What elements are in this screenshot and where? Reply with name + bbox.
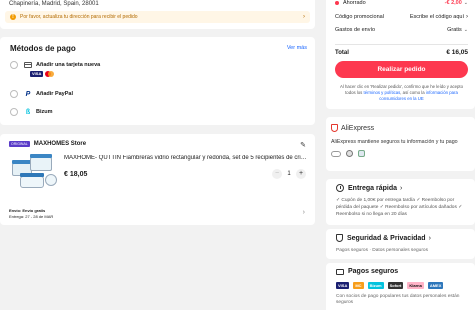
shipping-cost-label: Gastos de envío: [335, 27, 376, 33]
divider: [335, 44, 468, 45]
klarna-logo: Klarna: [407, 282, 424, 289]
radio-paypal[interactable]: [10, 90, 18, 98]
store-card: ORIGINAL MAXHOMES Store ✎ MAXHOME- QUTTI…: [0, 134, 315, 225]
pci-badge-icon: [331, 150, 341, 157]
mastercard-logo: MC: [353, 282, 364, 289]
delivery-date: Entrega: 27 - 28 de MAR: [9, 214, 54, 219]
secure-payments-footer: Con socios de pago populares tus datos p…: [336, 294, 460, 305]
saved-row: Ahorrado -€ 2,00 ⌄: [335, 0, 468, 6]
clock-icon: [336, 184, 344, 192]
chevron-down-icon[interactable]: ⌄: [464, 0, 468, 6]
payment-option-paypal[interactable]: P Añadir PayPal: [10, 90, 73, 98]
legal-text: Al hacer clic en 'Realizar pedido', conf…: [338, 84, 465, 102]
aliexpress-logo-text: AliExpress: [341, 124, 375, 132]
card-icon: [336, 268, 344, 275]
payment-option-label: Añadir una tarjeta nueva: [36, 62, 101, 68]
shipping-info[interactable]: Envío: Envío gratis Entrega: 27 - 28 de …: [9, 208, 53, 219]
payment-logos: VISA MC Bizum Sofort Klarna AMEX: [336, 282, 444, 289]
bizum-icon: ß: [25, 108, 31, 116]
edit-icon[interactable]: ✎: [300, 141, 306, 149]
shield-icon: [331, 124, 338, 132]
store-tag: ORIGINAL: [9, 141, 30, 147]
secure-payments-title: Pagos seguros: [348, 268, 399, 275]
total-value: € 16,05: [446, 49, 468, 56]
payment-option-card[interactable]: Añadir una tarjeta nueva: [10, 61, 100, 69]
security-subtitle: Pagos seguros · Datos personales seguros: [336, 248, 428, 253]
ssl-badge-icon: [346, 150, 353, 157]
visa-logo: VISA: [336, 282, 350, 289]
promo-row[interactable]: Código promocional Escribe el código aqu…: [335, 14, 468, 20]
quantity-stepper: − 1 +: [272, 169, 306, 179]
promo-label: Código promocional: [335, 14, 384, 20]
chevron-right-icon[interactable]: ›: [303, 209, 305, 216]
trust-tagline: AliExpress mantiene seguros tu informaci…: [331, 139, 458, 145]
place-order-button[interactable]: Realizar pedido: [335, 61, 468, 78]
verified-badge-icon: [358, 150, 365, 157]
bizum-logo: Bizum: [367, 282, 384, 289]
chevron-right-icon: ›: [400, 184, 403, 192]
quantity-minus-button[interactable]: −: [272, 169, 282, 179]
secure-payments-header: Pagos seguros: [336, 268, 398, 275]
chevron-right-icon: ›: [428, 234, 431, 242]
address-card: Chapinería, Madrid, Spain, 28001 ! Por f…: [0, 0, 315, 29]
saved-dot: [335, 1, 339, 5]
chevron-right-icon: ›: [466, 14, 468, 20]
mastercard-logo: [45, 71, 55, 77]
store-name: MAXHOMES Store: [33, 141, 87, 147]
fast-delivery-title: Entrega rápida: [348, 184, 398, 192]
order-summary-card: Ahorrado -€ 2,00 ⌄ Código promocional Es…: [326, 0, 475, 109]
payment-methods-card: Métodos de pago Ver más Añadir una tarje…: [0, 37, 315, 125]
card-brand-logos: VISA: [30, 71, 55, 77]
warning-icon: !: [10, 14, 16, 20]
chevron-down-icon[interactable]: ⌄: [464, 27, 468, 33]
legal-part-2: , así como la: [400, 90, 425, 95]
payment-option-label: Bizum: [36, 109, 53, 115]
product-title[interactable]: MAXHOME- QUTTIN Fiambreras vidrio rectan…: [64, 155, 308, 161]
payment-option-bizum[interactable]: ß Bizum: [10, 108, 53, 116]
see-more-link[interactable]: Ver más: [287, 45, 307, 51]
radio-card[interactable]: [10, 61, 18, 69]
payment-option-label: Añadir PayPal: [36, 91, 73, 97]
credit-card-icon: [24, 62, 32, 68]
product-image[interactable]: [12, 153, 57, 191]
security-privacy-card: Seguridad & Privacidad › Pagos seguros ·…: [326, 229, 475, 259]
saved-value: -€ 2,00: [444, 0, 462, 6]
total-row: Total € 16,05: [335, 49, 468, 56]
shipping-method: Envío: Envío gratis: [9, 208, 46, 213]
warning-text: Por favor, actualiza tu dirección para r…: [20, 14, 138, 20]
store-header[interactable]: ORIGINAL MAXHOMES Store: [9, 141, 86, 147]
promo-input[interactable]: Escribe el código aquí: [410, 14, 464, 20]
trust-card: AliExpress AliExpress mantiene seguros t…: [326, 117, 475, 171]
total-label: Total: [335, 49, 349, 56]
fast-delivery-header[interactable]: Entrega rápida ›: [336, 184, 402, 192]
guarantee-damaged-refund: ✓ Reembolso por artículos dañados: [379, 205, 457, 210]
address-warning[interactable]: ! Por favor, actualiza tu dirección para…: [5, 11, 310, 23]
paypal-icon: P: [25, 90, 31, 98]
shield-check-icon: [336, 234, 343, 242]
shipping-cost-row: Gastos de envío Gratis ⌄: [335, 27, 468, 33]
saved-label: Ahorrado: [343, 0, 366, 6]
security-header[interactable]: Seguridad & Privacidad ›: [336, 234, 431, 242]
product-price: € 18,05: [64, 171, 88, 178]
shipping-cost-value: Gratis: [447, 27, 462, 33]
delivery-guarantees: ✓ Cupón de 1,00€ por entrega tardía ✓ Re…: [336, 197, 469, 218]
chevron-right-icon: ›: [303, 14, 305, 20]
sofort-logo: Sofort: [387, 282, 404, 289]
quantity-plus-button[interactable]: +: [296, 169, 306, 179]
visa-logo: VISA: [30, 71, 44, 77]
guarantee-late-coupon: ✓ Cupón de 1,00€ por entrega tardía: [336, 198, 415, 203]
quantity-value[interactable]: 1: [282, 171, 296, 177]
aliexpress-brand: AliExpress: [331, 124, 374, 132]
security-title: Seguridad & Privacidad: [347, 234, 426, 242]
payment-title: Métodos de pago: [10, 44, 76, 53]
trust-badges: [331, 150, 365, 157]
fast-delivery-card: Entrega rápida › ✓ Cupón de 1,00€ por en…: [326, 179, 475, 225]
amex-logo: AMEX: [427, 282, 444, 289]
radio-bizum[interactable]: [10, 108, 18, 116]
terms-link[interactable]: términos y políticas: [364, 90, 401, 95]
address-line: Chapinería, Madrid, Spain, 28001: [9, 1, 99, 7]
secure-payments-card: Pagos seguros VISA MC Bizum Sofort Klarn…: [326, 263, 475, 310]
